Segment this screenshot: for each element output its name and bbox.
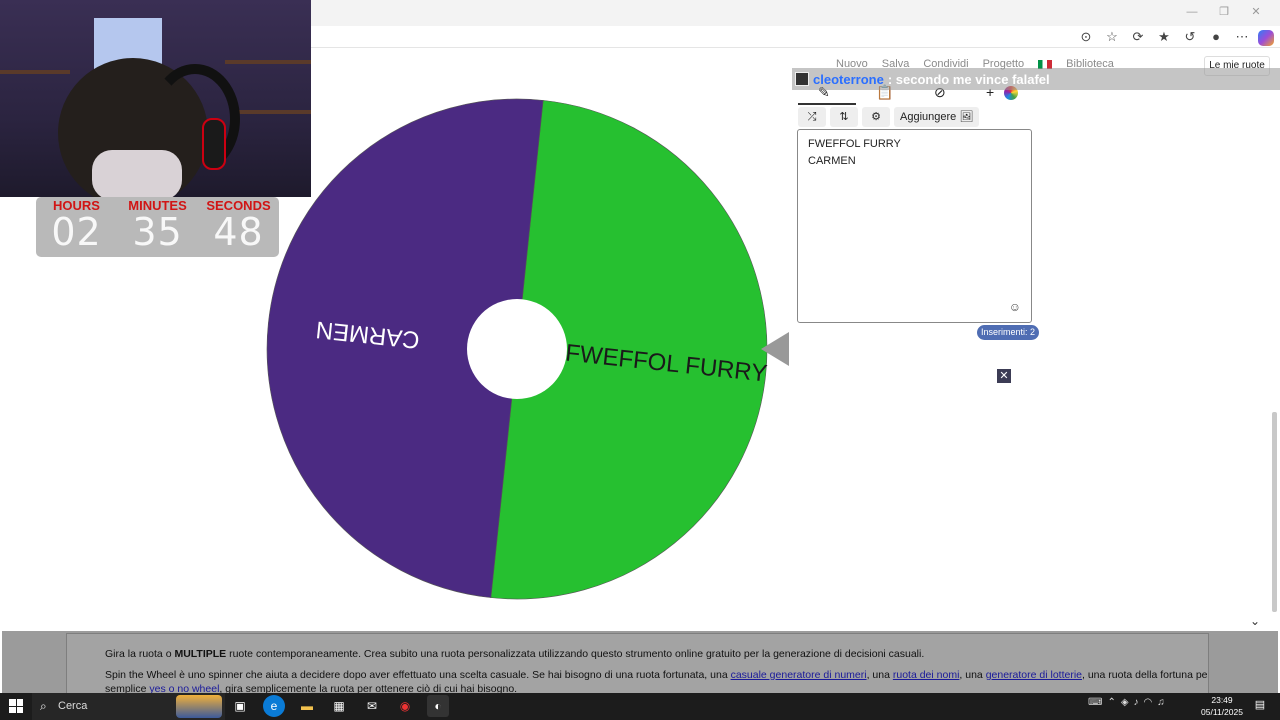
hours-value: 02: [51, 210, 102, 254]
notifications-icon[interactable]: ▤: [1252, 698, 1268, 714]
info-line-3: semplice yes o no wheel, gira sempliceme…: [105, 683, 518, 693]
gear-icon: ⚙: [871, 111, 881, 123]
minutes-value: 35: [132, 210, 183, 254]
obs-icon[interactable]: ◉: [394, 695, 416, 717]
wheel-center[interactable]: [467, 299, 567, 399]
windows-start-icon[interactable]: [9, 699, 23, 713]
webcam-shelf: [225, 60, 311, 64]
system-tray: ⌨ ⌃ ◈ ♪ ◠ ♫: [1088, 697, 1165, 708]
edge-icon[interactable]: e: [263, 695, 285, 717]
webcam-headset-earcup: [202, 118, 226, 170]
task-view-icon[interactable]: ▣: [229, 695, 251, 717]
search-icon: ⌕: [40, 699, 47, 713]
reader-icon[interactable]: ⊙: [1076, 27, 1096, 47]
entry-line: FWEFFOL FURRY: [808, 138, 901, 150]
chat-avatar: [795, 72, 809, 86]
more-menu-icon[interactable]: ⋯: [1232, 27, 1252, 47]
info-line-1: Gira la ruota o MULTIPLE ruote contempor…: [105, 648, 925, 660]
yes-no-wheel-link[interactable]: yes o no wheel: [149, 683, 219, 693]
spin-wheel[interactable]: FWEFFOL FURRYCARMEN: [266, 98, 768, 600]
keyboard-icon[interactable]: ⌨: [1088, 697, 1102, 708]
chat-message: : secondo me vince falafel: [887, 71, 1050, 87]
clock[interactable]: 23:49 05/11/2025: [1200, 694, 1244, 718]
clock-time: 23:49: [1211, 695, 1233, 705]
webcam-overlay: [0, 0, 311, 197]
webcam-headset: [150, 64, 240, 174]
add-image-button[interactable]: Aggiungere 🖼: [894, 107, 980, 127]
sort-icon: ⇅: [839, 111, 849, 123]
shuffle-icon: ⤮: [807, 111, 817, 123]
webcam-shelf: [235, 110, 311, 114]
window-controls: — ❐ ✕: [1176, 2, 1272, 22]
volume-icon[interactable]: ♫: [1157, 697, 1165, 708]
entries-count-badge: Inserimenti: 2: [977, 325, 1040, 340]
info-line-2: Spin the Wheel è uno spinner che aiuta a…: [105, 669, 1208, 681]
webcam-shelf: [0, 70, 70, 74]
editor-toolbar: ⤮ ⇅ ⚙ Aggiungere 🖼: [798, 107, 980, 127]
browser-app-icon[interactable]: ◐: [427, 695, 449, 717]
store-icon[interactable]: ▦: [328, 695, 350, 717]
favorite-star-icon[interactable]: ☆: [1102, 27, 1122, 47]
taskbar: ⌕ Cerca ▣ e ▬ ▦ ✉ ◉ ◐ ⌨ ⌃ ◈ ♪ ◠ ♫ 23:49 …: [0, 693, 1280, 720]
close-icon[interactable]: ✕: [997, 369, 1011, 383]
minimize-button[interactable]: —: [1176, 2, 1208, 22]
lottery-generator-link[interactable]: generatore di lotterie: [986, 669, 1082, 681]
settings-button[interactable]: ⚙: [862, 107, 890, 127]
copilot-icon[interactable]: [1258, 30, 1274, 46]
search-placeholder: Cerca: [58, 700, 88, 712]
emoji-icon[interactable]: ☺: [1009, 300, 1021, 314]
microphone-icon[interactable]: ♪: [1134, 697, 1139, 708]
history-icon[interactable]: ↺: [1180, 27, 1200, 47]
chat-username: cleoterrone: [813, 71, 884, 87]
image-icon: 🖼: [959, 111, 974, 123]
entry-line: CARMEN: [808, 155, 856, 167]
close-window-button[interactable]: ✕: [1240, 2, 1272, 22]
network-icon[interactable]: ◈: [1121, 697, 1129, 708]
screen: — ❐ ✕ ⊙ ☆ ⟳ ★ ↺ ● ⋯ Nuovo Salva Condivid…: [0, 0, 1280, 720]
info-box: Gira la ruota o MULTIPLE ruote contempor…: [66, 633, 1209, 693]
clock-date: 05/11/2025: [1201, 707, 1243, 717]
number-generator-link[interactable]: casuale generatore di numeri: [731, 669, 867, 681]
chevron-down-icon[interactable]: ⌄: [1250, 614, 1260, 628]
seconds-value: 48: [213, 210, 264, 254]
extensions-icon[interactable]: ⟳: [1128, 27, 1148, 47]
chat-overlay: cleoterrone : secondo me vince falafel: [792, 68, 1280, 90]
restore-button[interactable]: ❐: [1208, 2, 1240, 22]
name-wheel-link[interactable]: ruota dei nomi: [893, 669, 960, 681]
browser-toolbar: ⊙ ☆ ⟳ ★ ↺ ● ⋯: [1076, 27, 1274, 47]
mail-icon[interactable]: ✉: [361, 695, 383, 717]
wifi-icon[interactable]: ◠: [1144, 697, 1153, 708]
active-tab-indicator: [798, 103, 856, 105]
wheel-pointer: [761, 332, 789, 366]
file-explorer-icon[interactable]: ▬: [296, 695, 318, 717]
countdown-timer: HOURS 02 MINUTES 35 SECONDS 48: [36, 197, 279, 257]
shuffle-button[interactable]: ⤮: [798, 107, 826, 127]
add-image-label: Aggiungere: [900, 111, 957, 123]
chevron-up-icon[interactable]: ⌃: [1107, 697, 1115, 708]
profile-icon[interactable]: ●: [1206, 27, 1226, 47]
search-highlight-image[interactable]: [176, 695, 222, 718]
sort-button[interactable]: ⇅: [830, 107, 858, 127]
entries-textarea[interactable]: FWEFFOL FURRY CARMEN ☺: [797, 129, 1032, 323]
page-scrollbar[interactable]: [1272, 412, 1277, 612]
favorites-icon[interactable]: ★: [1154, 27, 1174, 47]
